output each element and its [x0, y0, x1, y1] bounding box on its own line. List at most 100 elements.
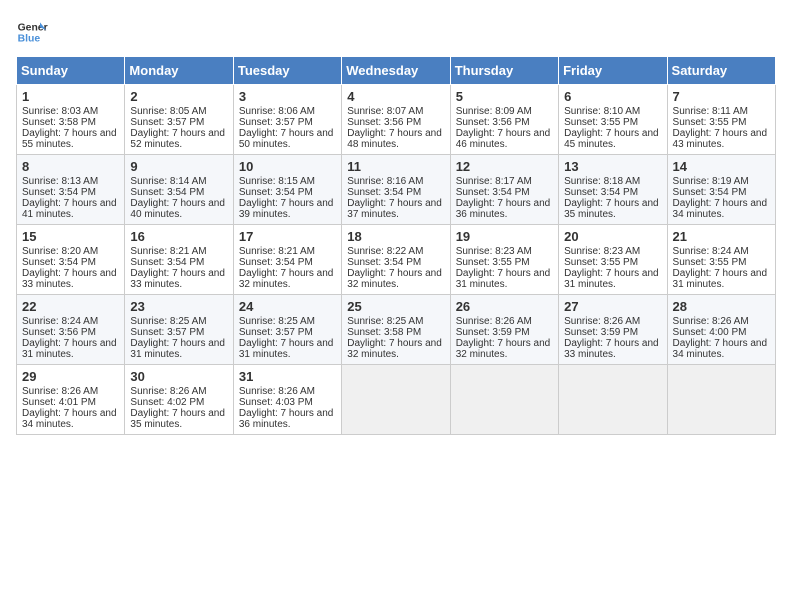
- sunrise: Sunrise: 8:09 AM: [456, 106, 532, 117]
- sunset: Sunset: 3:55 PM: [673, 117, 747, 128]
- day-number: 1: [22, 89, 119, 104]
- daylight: Daylight: 7 hours and 32 minutes.: [347, 338, 442, 360]
- daylight: Daylight: 7 hours and 34 minutes.: [673, 198, 768, 220]
- daylight: Daylight: 7 hours and 33 minutes.: [130, 268, 225, 290]
- sunrise: Sunrise: 8:07 AM: [347, 106, 423, 117]
- sunrise: Sunrise: 8:11 AM: [673, 106, 748, 117]
- calendar-day-cell: 31 Sunrise: 8:26 AM Sunset: 4:03 PM Dayl…: [233, 365, 341, 435]
- sunrise: Sunrise: 8:23 AM: [564, 246, 640, 257]
- sunset: Sunset: 3:56 PM: [22, 327, 96, 338]
- daylight: Daylight: 7 hours and 31 minutes.: [673, 268, 768, 290]
- sunset: Sunset: 3:54 PM: [239, 187, 313, 198]
- calendar-day-cell: 22 Sunrise: 8:24 AM Sunset: 3:56 PM Dayl…: [17, 295, 125, 365]
- day-number: 25: [347, 299, 444, 314]
- sunrise: Sunrise: 8:25 AM: [239, 316, 315, 327]
- day-number: 23: [130, 299, 227, 314]
- sunrise: Sunrise: 8:24 AM: [673, 246, 749, 257]
- sunset: Sunset: 4:01 PM: [22, 397, 96, 408]
- day-number: 18: [347, 229, 444, 244]
- daylight: Daylight: 7 hours and 45 minutes.: [564, 128, 659, 150]
- day-number: 30: [130, 369, 227, 384]
- calendar-day-cell: [450, 365, 558, 435]
- sunrise: Sunrise: 8:13 AM: [22, 176, 98, 187]
- calendar-day-cell: 26 Sunrise: 8:26 AM Sunset: 3:59 PM Dayl…: [450, 295, 558, 365]
- sunrise: Sunrise: 8:19 AM: [673, 176, 749, 187]
- sunrise: Sunrise: 8:22 AM: [347, 246, 423, 257]
- day-number: 9: [130, 159, 227, 174]
- day-number: 20: [564, 229, 661, 244]
- sunset: Sunset: 3:54 PM: [564, 187, 638, 198]
- sunset: Sunset: 3:55 PM: [456, 257, 530, 268]
- sunset: Sunset: 3:59 PM: [564, 327, 638, 338]
- day-number: 21: [673, 229, 770, 244]
- calendar-day-cell: 21 Sunrise: 8:24 AM Sunset: 3:55 PM Dayl…: [667, 225, 775, 295]
- sunset: Sunset: 3:54 PM: [673, 187, 747, 198]
- calendar-header-cell: Monday: [125, 57, 233, 85]
- sunrise: Sunrise: 8:25 AM: [130, 316, 206, 327]
- sunset: Sunset: 3:58 PM: [22, 117, 96, 128]
- svg-text:Blue: Blue: [18, 34, 41, 45]
- sunset: Sunset: 3:54 PM: [456, 187, 530, 198]
- calendar-day-cell: 8 Sunrise: 8:13 AM Sunset: 3:54 PM Dayli…: [17, 155, 125, 225]
- day-number: 6: [564, 89, 661, 104]
- daylight: Daylight: 7 hours and 35 minutes.: [564, 198, 659, 220]
- day-number: 11: [347, 159, 444, 174]
- sunset: Sunset: 3:57 PM: [130, 327, 204, 338]
- sunset: Sunset: 3:54 PM: [347, 257, 421, 268]
- calendar-day-cell: 3 Sunrise: 8:06 AM Sunset: 3:57 PM Dayli…: [233, 85, 341, 155]
- calendar-day-cell: 13 Sunrise: 8:18 AM Sunset: 3:54 PM Dayl…: [559, 155, 667, 225]
- sunset: Sunset: 4:03 PM: [239, 397, 313, 408]
- daylight: Daylight: 7 hours and 34 minutes.: [673, 338, 768, 360]
- calendar-week-row: 22 Sunrise: 8:24 AM Sunset: 3:56 PM Dayl…: [17, 295, 776, 365]
- sunrise: Sunrise: 8:24 AM: [22, 316, 98, 327]
- day-number: 16: [130, 229, 227, 244]
- calendar-day-cell: 29 Sunrise: 8:26 AM Sunset: 4:01 PM Dayl…: [17, 365, 125, 435]
- calendar-day-cell: 30 Sunrise: 8:26 AM Sunset: 4:02 PM Dayl…: [125, 365, 233, 435]
- day-number: 26: [456, 299, 553, 314]
- calendar-day-cell: 12 Sunrise: 8:17 AM Sunset: 3:54 PM Dayl…: [450, 155, 558, 225]
- calendar-day-cell: 25 Sunrise: 8:25 AM Sunset: 3:58 PM Dayl…: [342, 295, 450, 365]
- sunrise: Sunrise: 8:05 AM: [130, 106, 206, 117]
- sunset: Sunset: 3:57 PM: [239, 327, 313, 338]
- day-number: 8: [22, 159, 119, 174]
- daylight: Daylight: 7 hours and 40 minutes.: [130, 198, 225, 220]
- sunrise: Sunrise: 8:26 AM: [130, 386, 206, 397]
- calendar-header-cell: Saturday: [667, 57, 775, 85]
- sunset: Sunset: 3:56 PM: [456, 117, 530, 128]
- sunrise: Sunrise: 8:26 AM: [564, 316, 640, 327]
- calendar-week-row: 8 Sunrise: 8:13 AM Sunset: 3:54 PM Dayli…: [17, 155, 776, 225]
- calendar-week-row: 29 Sunrise: 8:26 AM Sunset: 4:01 PM Dayl…: [17, 365, 776, 435]
- daylight: Daylight: 7 hours and 33 minutes.: [564, 338, 659, 360]
- sunrise: Sunrise: 8:26 AM: [239, 386, 315, 397]
- sunrise: Sunrise: 8:23 AM: [456, 246, 532, 257]
- day-number: 2: [130, 89, 227, 104]
- daylight: Daylight: 7 hours and 35 minutes.: [130, 408, 225, 430]
- calendar-day-cell: 27 Sunrise: 8:26 AM Sunset: 3:59 PM Dayl…: [559, 295, 667, 365]
- calendar-day-cell: [667, 365, 775, 435]
- sunrise: Sunrise: 8:18 AM: [564, 176, 640, 187]
- calendar-day-cell: 14 Sunrise: 8:19 AM Sunset: 3:54 PM Dayl…: [667, 155, 775, 225]
- sunset: Sunset: 3:54 PM: [130, 257, 204, 268]
- calendar-day-cell: [559, 365, 667, 435]
- sunset: Sunset: 4:00 PM: [673, 327, 747, 338]
- daylight: Daylight: 7 hours and 31 minutes.: [564, 268, 659, 290]
- sunset: Sunset: 3:55 PM: [564, 117, 638, 128]
- calendar-day-cell: 28 Sunrise: 8:26 AM Sunset: 4:00 PM Dayl…: [667, 295, 775, 365]
- sunrise: Sunrise: 8:03 AM: [22, 106, 98, 117]
- calendar-day-cell: 1 Sunrise: 8:03 AM Sunset: 3:58 PM Dayli…: [17, 85, 125, 155]
- day-number: 13: [564, 159, 661, 174]
- daylight: Daylight: 7 hours and 36 minutes.: [239, 408, 334, 430]
- calendar-week-row: 1 Sunrise: 8:03 AM Sunset: 3:58 PM Dayli…: [17, 85, 776, 155]
- daylight: Daylight: 7 hours and 34 minutes.: [22, 408, 117, 430]
- calendar-day-cell: 9 Sunrise: 8:14 AM Sunset: 3:54 PM Dayli…: [125, 155, 233, 225]
- sunset: Sunset: 4:02 PM: [130, 397, 204, 408]
- calendar-header-cell: Thursday: [450, 57, 558, 85]
- daylight: Daylight: 7 hours and 55 minutes.: [22, 128, 117, 150]
- sunrise: Sunrise: 8:15 AM: [239, 176, 315, 187]
- calendar-day-cell: 11 Sunrise: 8:16 AM Sunset: 3:54 PM Dayl…: [342, 155, 450, 225]
- daylight: Daylight: 7 hours and 43 minutes.: [673, 128, 768, 150]
- sunrise: Sunrise: 8:06 AM: [239, 106, 315, 117]
- daylight: Daylight: 7 hours and 37 minutes.: [347, 198, 442, 220]
- sunrise: Sunrise: 8:21 AM: [130, 246, 206, 257]
- daylight: Daylight: 7 hours and 36 minutes.: [456, 198, 551, 220]
